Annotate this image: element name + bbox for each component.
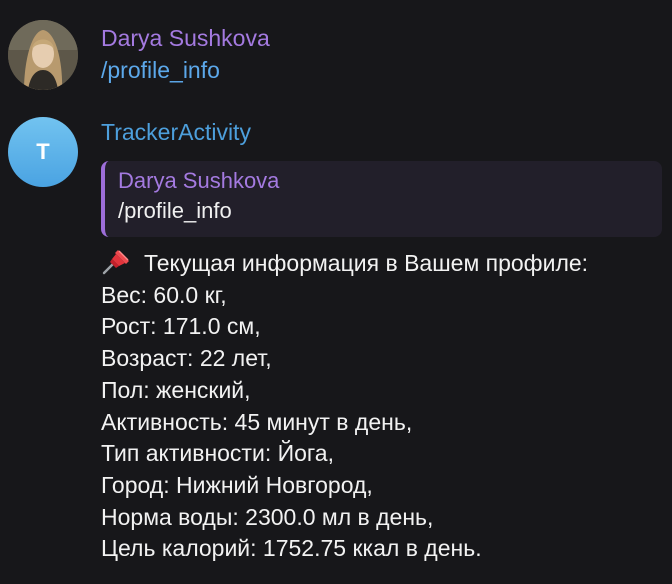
gender-line: Пол: женский, <box>101 376 251 403</box>
profile-header-text: Текущая информация в Вашем профиле: <box>144 250 589 276</box>
activity-line: Активность: 45 минут в день, <box>101 408 413 435</box>
bot-sender-name[interactable]: TrackerActivity <box>101 116 672 148</box>
chat-view: Darya Sushkova /profile_info T TrackerAc… <box>0 0 672 584</box>
height-line: Рост: 171.0 см, <box>101 313 261 340</box>
user-sender-name[interactable]: Darya Sushkova <box>101 22 672 54</box>
water-norm-line: Норма воды: 2300.0 мл в день, <box>101 503 434 530</box>
activity-type-line: Тип активности: Йога, <box>101 440 334 467</box>
reply-sender-name: Darya Sushkova <box>118 168 280 193</box>
age-line: Возраст: 22 лет, <box>101 345 272 372</box>
user-photo-icon <box>8 20 78 90</box>
reply-quote[interactable]: Darya Sushkova /profile_info <box>101 161 662 237</box>
profile-info-command[interactable]: /profile_info <box>101 54 672 86</box>
calorie-goal-line: Цель калорий: 1752.75 ккал в день. <box>101 535 482 562</box>
pushpin-icon <box>102 250 129 275</box>
weight-line: Вес: 60.0 кг, <box>101 281 227 308</box>
user-avatar[interactable] <box>8 20 78 90</box>
message-line: Текущая информация в Вашем профиле: <box>101 247 672 280</box>
user-message: Darya Sushkova /profile_info <box>101 22 672 86</box>
bot-avatar[interactable]: T <box>8 117 78 187</box>
bot-message: TrackerActivity Darya Sushkova /profile_… <box>101 116 672 565</box>
message-body: Текущая информация в Вашем профиле: Вес:… <box>101 247 672 565</box>
bot-avatar-letter: T <box>36 139 50 164</box>
reply-text: /profile_info <box>118 198 232 223</box>
city-line: Город: Нижний Новгород, <box>101 471 373 498</box>
